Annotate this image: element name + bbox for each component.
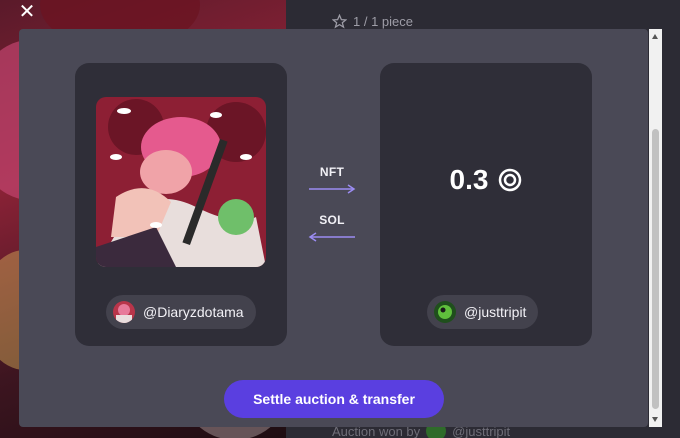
modal-scrollbar[interactable] bbox=[649, 29, 662, 427]
buyer-profile-pill[interactable]: @justtripit bbox=[427, 295, 539, 329]
price-amount: 0.3 bbox=[449, 164, 489, 195]
nft-transfer-indicator: NFT bbox=[302, 165, 362, 194]
close-icon[interactable]: ✕ bbox=[17, 2, 37, 22]
buyer-handle: @justtripit bbox=[464, 304, 527, 320]
arrow-left-icon bbox=[308, 232, 355, 242]
nft-transfer-label: NFT bbox=[319, 165, 345, 179]
sol-icon bbox=[499, 168, 522, 192]
edition-count-text: 1 / 1 piece bbox=[353, 14, 413, 29]
settle-auction-modal: @Diaryzdotama NFT SOL 0.3 @justtripit Se… bbox=[19, 29, 648, 427]
scroll-up-icon[interactable] bbox=[652, 34, 658, 39]
settle-auction-button[interactable]: Settle auction & transfer bbox=[224, 380, 444, 418]
seller-profile-pill[interactable]: @Diaryzdotama bbox=[106, 295, 256, 329]
nft-artwork-image bbox=[96, 97, 266, 267]
sol-transfer-label: SOL bbox=[319, 213, 345, 227]
bid-price: 0.3 bbox=[380, 164, 592, 196]
star-icon[interactable] bbox=[332, 14, 347, 29]
scroll-down-icon[interactable] bbox=[652, 417, 658, 422]
arrow-right-icon bbox=[309, 184, 356, 194]
sol-transfer-indicator: SOL bbox=[302, 213, 362, 242]
seller-avatar bbox=[113, 301, 135, 323]
buyer-card: 0.3 @justtripit bbox=[380, 63, 592, 346]
buyer-avatar bbox=[434, 301, 456, 323]
seller-handle: @Diaryzdotama bbox=[143, 304, 244, 320]
scrollbar-thumb[interactable] bbox=[652, 129, 659, 409]
seller-card: @Diaryzdotama bbox=[75, 63, 287, 346]
edition-count: 1 / 1 piece bbox=[332, 14, 413, 29]
